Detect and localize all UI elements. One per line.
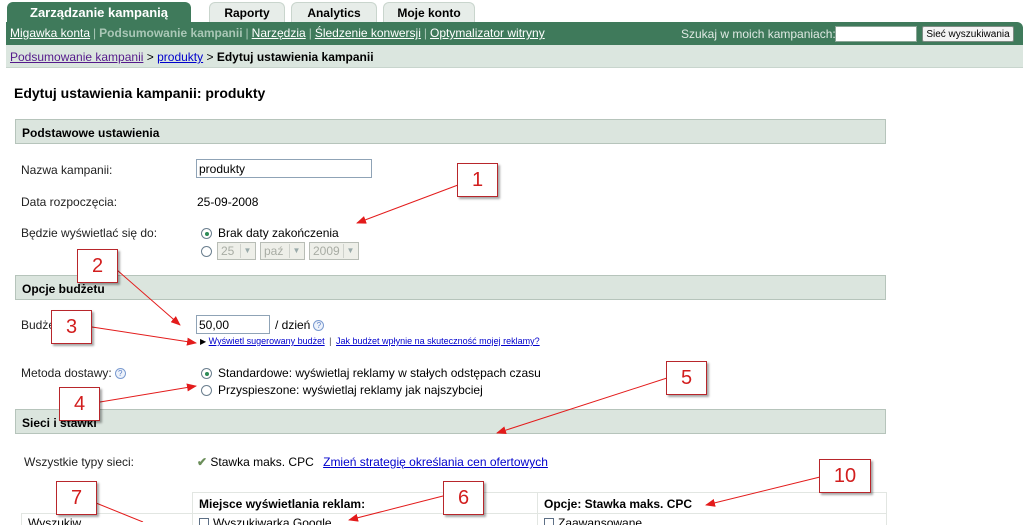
subnav-tools[interactable]: Narzędzia: [252, 26, 306, 40]
callout-6: 6: [443, 481, 484, 515]
start-date-label: Data rozpoczęcia:: [21, 195, 118, 209]
callout-4: 4: [59, 387, 100, 421]
main-tabs: Zarządzanie kampanią Raporty Analytics M…: [7, 2, 475, 22]
arrow-4: [99, 383, 197, 403]
delivery-accelerated-radio[interactable]: [201, 385, 212, 396]
help-icon[interactable]: ?: [114, 368, 126, 379]
delivery-standard-label: Standardowe: wyświetlaj reklamy w stałyc…: [218, 366, 541, 380]
help-icon[interactable]: ?: [313, 320, 325, 331]
triangle-right-icon: ▶: [200, 337, 207, 346]
callout-2: 2: [77, 249, 118, 283]
callout-3: 3: [51, 310, 92, 344]
suggested-budget-link[interactable]: Wyświetl sugerowany budżet: [209, 336, 325, 346]
no-end-date-radio[interactable]: [201, 228, 212, 239]
table-row-option: Zaawansowane...: [537, 513, 887, 525]
sub-navigation-bar: Migawka konta | Podsumowanie kampanii | Narz…: [6, 22, 1023, 45]
column-header-placement: Miejsce wyświetlania reklam:: [192, 492, 538, 514]
callout-10: 10: [819, 459, 871, 493]
search-button[interactable]: Sieć wyszukiwania: [922, 26, 1014, 42]
column-header-bid-options: Opcje: Stawka maks. CPC: [537, 492, 887, 514]
end-date-radio[interactable]: [201, 246, 212, 257]
breadcrumb-separator: >: [146, 50, 154, 64]
budget-links: ▶ Wyświetl sugerowany budżet | Jak budże…: [200, 336, 540, 346]
section-header-networks-bids: Sieci i stawki: [15, 409, 886, 434]
breadcrumb-campaign-products[interactable]: produkty: [157, 50, 203, 64]
callout-5: 5: [666, 361, 707, 395]
delivery-method-label: Metoda dostawy:?: [21, 366, 126, 380]
end-year-value: 2009: [313, 244, 340, 258]
subnav-account-snapshot[interactable]: Migawka konta: [10, 26, 90, 40]
separator: |: [93, 26, 97, 40]
all-networks-label: Wszystkie typy sieci:: [24, 455, 135, 469]
search-label: Szukaj w moich kampaniach:: [681, 27, 836, 41]
subnav-campaign-summary[interactable]: Podsumowanie kampanii: [99, 26, 242, 40]
section-header-budget: Opcje budżetu: [15, 275, 886, 300]
subnav-conversion-tracking[interactable]: Śledzenie konwersji: [315, 26, 421, 40]
separator: |: [423, 26, 428, 40]
end-day-select[interactable]: 25 ▼: [217, 242, 256, 260]
delivery-accelerated-label: Przyspieszone: wyświetlaj reklamy jak na…: [218, 383, 483, 397]
no-end-date-label: Brak daty zakończenia: [218, 226, 339, 240]
breadcrumb-current: Edytuj ustawienia kampanii: [216, 50, 374, 64]
end-day-value: 25: [221, 244, 235, 258]
tab-my-account[interactable]: Moje konto: [383, 2, 475, 22]
callout-7: 7: [56, 481, 97, 515]
breadcrumb-separator: >: [206, 50, 214, 64]
campaign-name-input[interactable]: [196, 159, 372, 178]
placement-text: Wyszukiwarka Google: [213, 516, 332, 525]
tab-reports[interactable]: Raporty: [209, 2, 285, 22]
end-year-select[interactable]: 2009 ▼: [309, 242, 359, 260]
option-text: Zaawansowane...: [558, 516, 653, 525]
campaign-name-label: Nazwa kampanii:: [21, 163, 113, 177]
budget-unit: / dzień?: [275, 318, 325, 332]
delivery-standard-radio[interactable]: [201, 368, 212, 379]
separator: |: [329, 336, 332, 346]
section-header-basic-settings: Podstawowe ustawienia: [15, 119, 886, 144]
chevron-down-icon: ▼: [240, 244, 254, 258]
tab-campaign-management[interactable]: Zarządzanie kampanią: [7, 2, 191, 22]
arrow-1: [356, 184, 459, 224]
budget-impact-link[interactable]: Jak budżet wpłynie na skuteczność mojej …: [336, 336, 540, 346]
end-month-value: paź: [264, 244, 284, 258]
breadcrumb: Podsumowanie kampanii > produkty > Edytu…: [10, 50, 374, 64]
separator: |: [245, 26, 249, 40]
chevron-down-icon: ▼: [289, 244, 303, 258]
table-row-label: Wyszukiw...: [21, 513, 193, 525]
breadcrumb-campaign-summary[interactable]: Podsumowanie kampanii: [10, 50, 143, 64]
end-month-select[interactable]: paź ▼: [260, 242, 305, 260]
change-bid-strategy-link[interactable]: Zmień strategię określania cen ofertowyc…: [323, 455, 548, 469]
end-date-label: Będzie wyświetlać się do:: [21, 226, 158, 240]
bid-strategy: ✔ Stawka maks. CPC Zmień strategię okreś…: [197, 455, 548, 469]
tab-analytics[interactable]: Analytics: [291, 2, 377, 22]
subnav-website-optimizer[interactable]: Optymalizator witryny: [430, 26, 545, 40]
page-title: Edytuj ustawienia kampanii: produkty: [14, 85, 266, 101]
separator: |: [308, 26, 312, 40]
budget-input[interactable]: [196, 315, 270, 334]
breadcrumb-bar: Podsumowanie kampanii > produkty > Edytu…: [6, 45, 1023, 68]
arrow-3: [91, 326, 197, 346]
checkmark-icon: ✔: [197, 455, 208, 469]
search-input[interactable]: [835, 26, 917, 42]
start-date-value: 25-09-2008: [197, 195, 259, 209]
delivery-method-text: Metoda dostawy:: [21, 366, 112, 380]
bid-strategy-text: Stawka maks. CPC: [210, 455, 314, 469]
sub-navigation: Migawka konta | Podsumowanie kampanii | Narz…: [10, 26, 545, 40]
annotation-arrows: [91, 184, 821, 522]
chevron-down-icon: ▼: [343, 244, 357, 258]
callout-1: 1: [457, 163, 498, 197]
budget-unit-text: / dzień: [275, 318, 311, 332]
table-row-placement: Wyszukiwarka Google: [192, 513, 538, 525]
